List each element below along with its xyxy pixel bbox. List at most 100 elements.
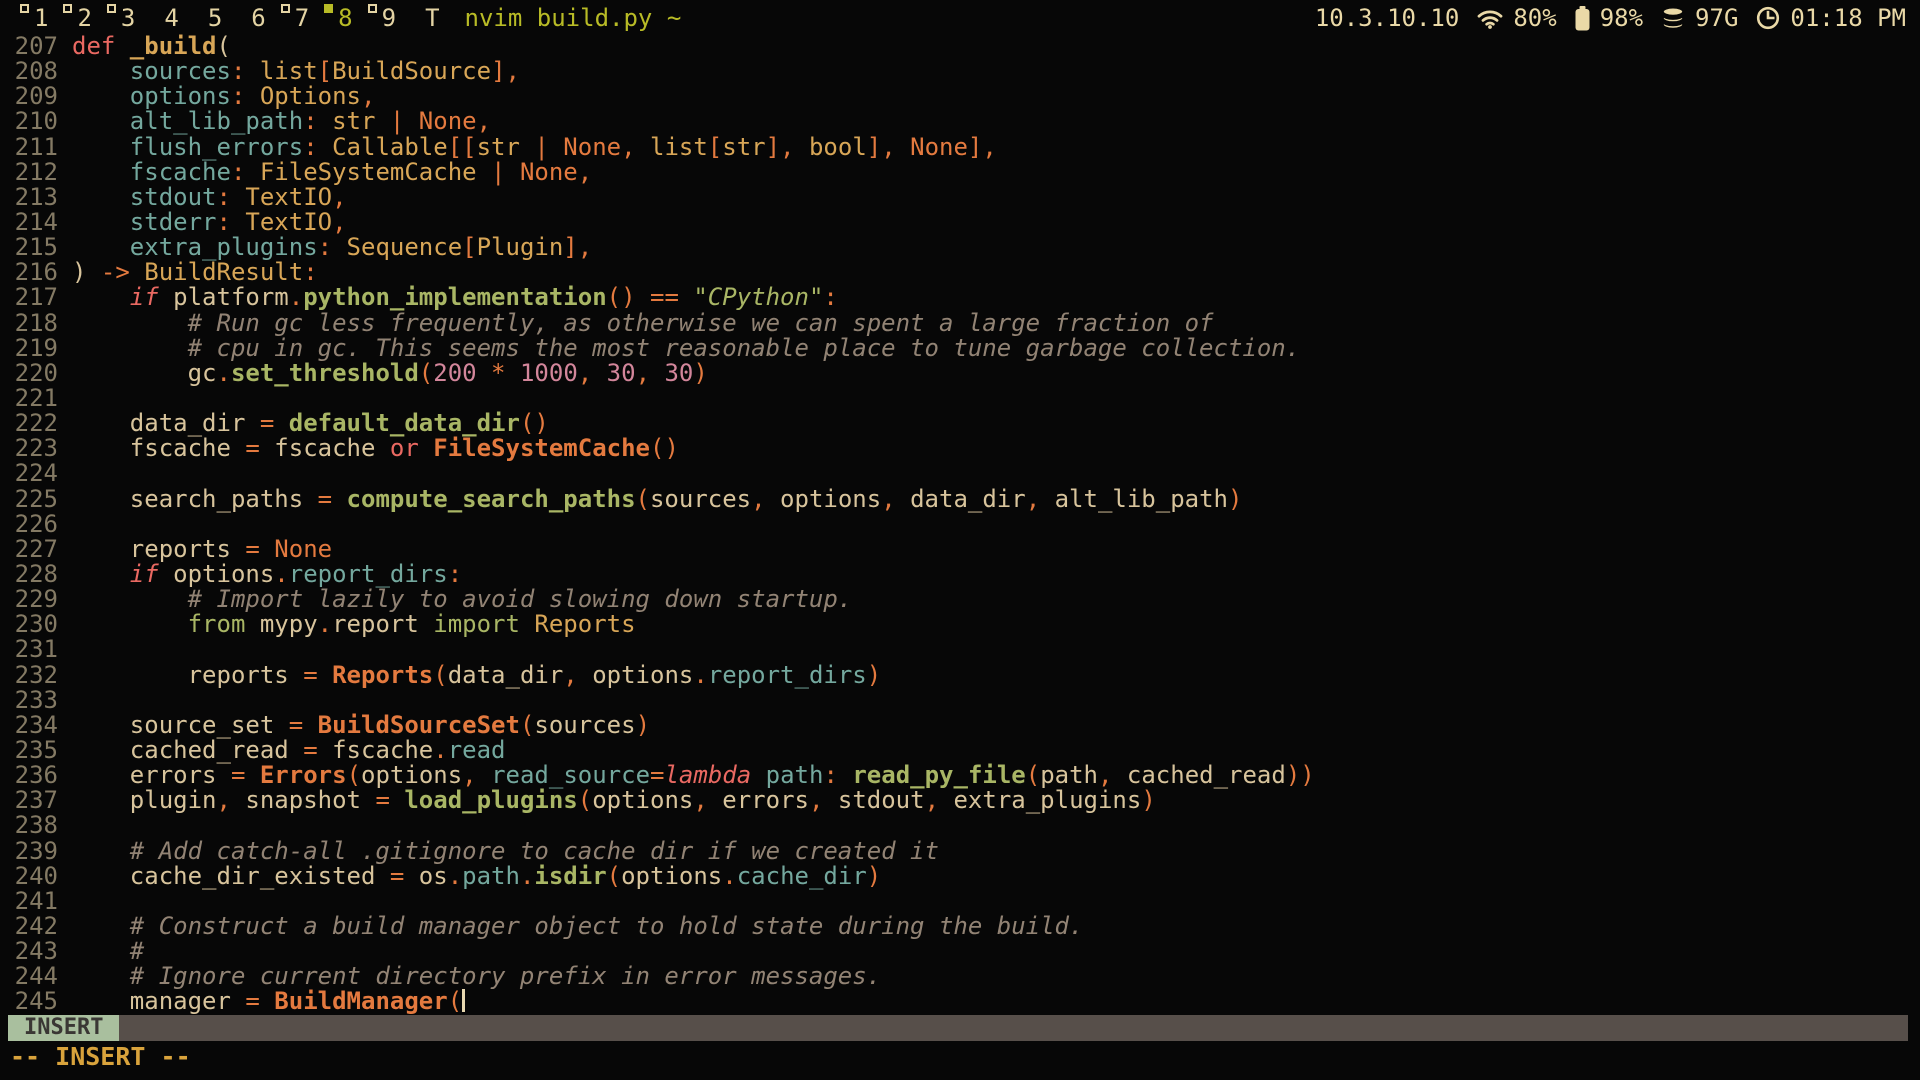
code-token: = — [318, 485, 347, 513]
code-line-223[interactable]: 223 fscache = fscache or FileSystemCache… — [0, 436, 1920, 461]
code-line-245[interactable]: 245 manager = BuildManager( — [0, 989, 1920, 1014]
code-line-218[interactable]: 218 # Run gc less frequently, as otherwi… — [0, 311, 1920, 336]
workspace-8[interactable]: 8 — [324, 3, 352, 33]
code-line-215[interactable]: 215 extra_plugins: Sequence[Plugin], — [0, 235, 1920, 260]
code-line-226[interactable]: 226 — [0, 512, 1920, 537]
code-token: def — [72, 32, 130, 60]
code-line-210[interactable]: 210 alt_lib_path: str | None, — [0, 109, 1920, 134]
code-line-242[interactable]: 242 # Construct a build manager object t… — [0, 914, 1920, 939]
code-line-232[interactable]: 232 reports = Reports(data_dir, options.… — [0, 663, 1920, 688]
code-token: | None, — [520, 133, 650, 161]
code-token: 1000 — [520, 359, 578, 387]
code-token: ) — [693, 359, 707, 387]
code-token: Options — [260, 82, 361, 110]
code-token: ( — [607, 862, 621, 890]
code-line-238[interactable]: 238 — [0, 813, 1920, 838]
workspace-1[interactable]: 1 — [20, 3, 48, 33]
workspace-6[interactable]: 6 — [237, 3, 265, 33]
code-token: ) — [72, 258, 101, 286]
line-number: 209 — [0, 84, 58, 109]
code-token — [72, 283, 130, 311]
code-line-243[interactable]: 243 # — [0, 939, 1920, 964]
code-line-219[interactable]: 219 # cpu in gc. This seems the most rea… — [0, 336, 1920, 361]
code-token: FileSystemCache — [260, 158, 477, 186]
code-line-224[interactable]: 224 — [0, 461, 1920, 486]
code-line-227[interactable]: 227 reports = None — [0, 537, 1920, 562]
line-number: 234 — [0, 713, 58, 738]
code-line-208[interactable]: 208 sources: list[BuildSource], — [0, 59, 1920, 84]
code-line-234[interactable]: 234 source_set = BuildSourceSet(sources) — [0, 713, 1920, 738]
code-line-209[interactable]: 209 options: Options, — [0, 84, 1920, 109]
line-number: 219 — [0, 336, 58, 361]
workspace-T[interactable]: T — [411, 3, 439, 33]
code-token: = — [650, 761, 664, 789]
editor-buffer[interactable]: 207def _build(208 sources: list[BuildSou… — [0, 34, 1920, 1014]
code-line-212[interactable]: 212 fscache: FileSystemCache | None, — [0, 160, 1920, 185]
code-line-222[interactable]: 222 data_dir = default_data_dir() — [0, 411, 1920, 436]
code-line-228[interactable]: 228 if options.report_dirs: — [0, 562, 1920, 587]
workspace-5[interactable]: 5 — [194, 3, 222, 33]
code-token: : — [448, 560, 462, 588]
code-token: [ — [462, 233, 476, 261]
code-token: , — [332, 208, 346, 236]
line-number: 221 — [0, 386, 58, 411]
code-token — [72, 107, 130, 135]
workspace-9[interactable]: 9 — [368, 3, 396, 33]
code-token: plugin — [72, 786, 217, 814]
code-token: or — [390, 434, 433, 462]
workspace-label: 9 — [382, 4, 396, 32]
code-token: # Construct a build manager object to ho… — [130, 912, 1084, 940]
code-token: ) — [867, 862, 881, 890]
code-token: BuildManager — [274, 987, 447, 1015]
workspace-4[interactable]: 4 — [150, 3, 178, 33]
code-token: = — [245, 987, 274, 1015]
code-line-240[interactable]: 240 cache_dir_existed = os.path.isdir(op… — [0, 864, 1920, 889]
code-line-220[interactable]: 220 gc.set_threshold(200 * 1000, 30, 30) — [0, 361, 1920, 386]
line-number: 239 — [0, 839, 58, 864]
code-line-214[interactable]: 214 stderr: TextIO, — [0, 210, 1920, 235]
code-line-230[interactable]: 230 from mypy.report import Reports — [0, 612, 1920, 637]
code-line-211[interactable]: 211 flush_errors: Callable[[str | None, … — [0, 135, 1920, 160]
code-token: . — [433, 736, 447, 764]
code-line-236[interactable]: 236 errors = Errors(options, read_source… — [0, 763, 1920, 788]
code-token: : — [231, 158, 260, 186]
code-token: extra_plugins — [953, 786, 1141, 814]
code-line-233[interactable]: 233 — [0, 688, 1920, 713]
code-line-207[interactable]: 207def _build( — [0, 34, 1920, 59]
code-line-237[interactable]: 237 plugin, snapshot = load_plugins(opti… — [0, 788, 1920, 813]
code-token: list — [260, 57, 318, 85]
code-token: report — [332, 610, 419, 638]
code-token: ], None], — [867, 133, 997, 161]
line-number: 213 — [0, 185, 58, 210]
code-line-241[interactable]: 241 — [0, 889, 1920, 914]
code-token: options — [361, 761, 462, 789]
code-line-239[interactable]: 239 # Add catch-all .gitignore to cache … — [0, 839, 1920, 864]
workspace-2[interactable]: 2 — [63, 3, 91, 33]
code-line-225[interactable]: 225 search_paths = compute_search_paths(… — [0, 487, 1920, 512]
code-line-244[interactable]: 244 # Ignore current directory prefix in… — [0, 964, 1920, 989]
code-line-221[interactable]: 221 — [0, 386, 1920, 411]
code-line-217[interactable]: 217 if platform.python_implementation() … — [0, 285, 1920, 310]
code-line-216[interactable]: 216) -> BuildResult: — [0, 260, 1920, 285]
code-token: isdir — [534, 862, 606, 890]
code-token: options — [130, 82, 231, 110]
code-token: "CPython" — [693, 283, 823, 311]
code-token: mypy — [245, 610, 317, 638]
line-number: 224 — [0, 461, 58, 486]
workspace-7[interactable]: 7 — [281, 3, 309, 33]
code-line-213[interactable]: 213 stdout: TextIO, — [0, 185, 1920, 210]
code-token: load_plugins — [404, 786, 577, 814]
line-number: 229 — [0, 587, 58, 612]
system-status: 10.3.10.1080%98%97G01:18 PM — [1315, 4, 1906, 32]
code-token — [72, 82, 130, 110]
code-token: . — [274, 560, 288, 588]
code-token — [72, 837, 130, 865]
code-token: flush_errors — [130, 133, 303, 161]
line-number: 242 — [0, 914, 58, 939]
code-line-229[interactable]: 229 # Import lazily to avoid slowing dow… — [0, 587, 1920, 612]
code-token: ( — [1026, 761, 1040, 789]
workspace-3[interactable]: 3 — [107, 3, 135, 33]
code-token — [72, 183, 130, 211]
code-line-231[interactable]: 231 — [0, 637, 1920, 662]
code-line-235[interactable]: 235 cached_read = fscache.read — [0, 738, 1920, 763]
